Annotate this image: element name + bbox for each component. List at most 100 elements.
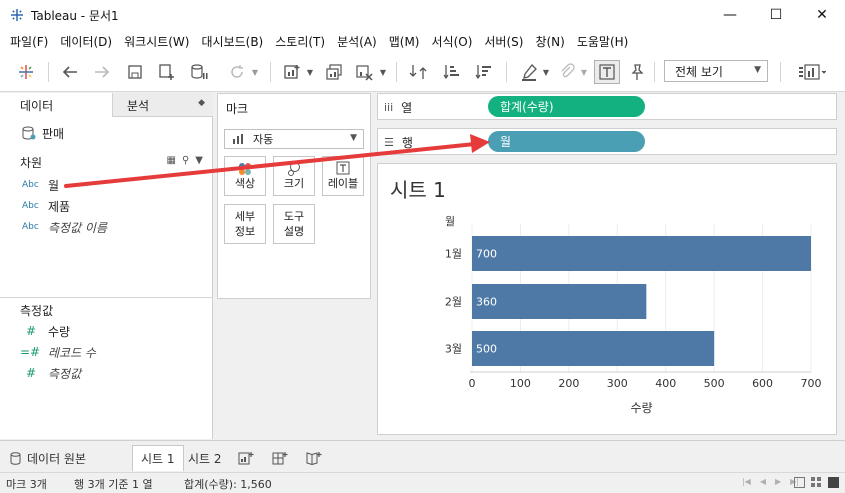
prev-page-icon[interactable]: ◀ [760, 477, 766, 486]
toolbar-separator [396, 62, 397, 82]
refresh-icon[interactable] [226, 60, 248, 84]
field-label: 레코드 수 [48, 345, 96, 360]
pause-update-icon[interactable] [187, 60, 211, 84]
measures-header: 측정값 [0, 299, 213, 319]
dimensions-header: 차원 ▦ ⚲ ▼ [0, 151, 213, 171]
maximize-button[interactable]: ☐ [753, 0, 799, 30]
x-tick-label: 500 [704, 377, 725, 390]
x-tick-label: 700 [801, 377, 822, 390]
menu-story[interactable]: 스토리(T) [269, 33, 331, 50]
new-worksheet-tab-icon[interactable] [230, 445, 262, 471]
dimensions-menu-icon[interactable]: ▼ [195, 155, 203, 166]
toolbar-separator [654, 62, 655, 82]
measure-field[interactable]: # 측정값 [0, 363, 213, 383]
swap-axes-icon[interactable] [406, 60, 430, 84]
bar[interactable] [472, 236, 811, 271]
sheet-tab-1[interactable]: 시트 1 [132, 445, 184, 471]
category-label: 3월 [445, 343, 462, 356]
mark-type-value: 자동 [253, 133, 274, 146]
fit-view-select[interactable]: 전체 보기 ▼ [664, 60, 768, 82]
title-bar: Tableau - 문서1 — ☐ ✕ [0, 0, 845, 30]
pane-divider[interactable] [0, 297, 213, 298]
sorter-view-icon[interactable] [811, 477, 822, 488]
menu-data[interactable]: 데이터(D) [54, 33, 118, 50]
view-list-icon[interactable]: ▦ [167, 155, 176, 166]
pin-icon[interactable] [626, 60, 648, 84]
datasource-item[interactable]: 판매 [22, 125, 64, 142]
group-dropdown-icon[interactable]: ▼ [579, 60, 589, 84]
next-page-icon[interactable]: ▶ [775, 477, 781, 486]
measure-field[interactable]: # 수량 [0, 321, 213, 341]
highlight-dropdown-icon[interactable]: ▼ [541, 60, 551, 84]
show-me-icon[interactable] [794, 60, 830, 84]
label-toggle-icon[interactable] [594, 60, 620, 84]
tableau-logo-icon[interactable] [14, 60, 38, 84]
rows-label: 행 [401, 136, 413, 150]
columns-shelf[interactable]: iii 열 합계(수량) [377, 93, 837, 120]
search-icon[interactable]: ⚲ [182, 155, 189, 166]
new-datasource-icon[interactable] [155, 60, 179, 84]
view-canvas[interactable]: 시트 1 월 1월 700 2월 360 3월 500 0 100 200 300 400 500 600… [377, 163, 837, 435]
menu-window[interactable]: 창(N) [529, 33, 570, 50]
back-icon[interactable] [58, 60, 82, 84]
menu-server[interactable]: 서버(S) [478, 33, 529, 50]
highlight-icon[interactable] [518, 60, 540, 84]
size-icon [288, 162, 300, 176]
rows-pill[interactable]: 월 [488, 131, 645, 152]
row-header-label: 월 [445, 215, 455, 228]
menu-help[interactable]: 도움말(H) [571, 33, 635, 50]
refresh-dropdown-icon[interactable]: ▼ [250, 60, 260, 84]
size-button[interactable]: 크기 [273, 156, 315, 196]
tab-analysis[interactable]: 분석 ◆ [112, 93, 213, 117]
tab-analysis-label: 분석 [127, 99, 150, 113]
label-button[interactable]: 레이블 [322, 156, 364, 196]
menu-dashboard[interactable]: 대시보드(B) [195, 33, 269, 50]
filmstrip-view-icon[interactable] [794, 477, 805, 488]
tooltip-button[interactable]: 도구 설명 [273, 204, 315, 244]
sort-descending-icon[interactable] [472, 60, 496, 84]
toolbar-separator [48, 62, 49, 82]
bar[interactable] [472, 284, 647, 319]
category-label: 2월 [445, 296, 462, 309]
forward-icon[interactable] [90, 60, 114, 84]
save-icon[interactable] [124, 60, 146, 84]
expand-icon: ◆ [198, 98, 205, 108]
first-page-icon[interactable]: |◀ [742, 477, 751, 486]
bar[interactable] [472, 331, 715, 366]
detail-button[interactable]: 세부 정보 [224, 204, 266, 244]
columns-pill[interactable]: 합계(수량) [488, 96, 645, 117]
clear-dropdown-icon[interactable]: ▼ [378, 60, 388, 84]
dimension-field[interactable]: Abc 제품 [0, 196, 213, 216]
rows-shelf[interactable]: ☰ 행 월 [377, 128, 837, 155]
new-dashboard-tab-icon[interactable] [264, 445, 296, 471]
dimension-field[interactable]: Abc 월 [0, 175, 213, 195]
sheet-tab-2[interactable]: 시트 2 [180, 445, 230, 471]
dimensions-title: 차원 [20, 156, 43, 170]
tab-data[interactable]: 데이터 [0, 93, 112, 117]
number-type-icon: # [26, 366, 37, 380]
menu-worksheet[interactable]: 워크시트(W) [118, 33, 195, 50]
measure-field[interactable]: =# 레코드 수 [0, 342, 213, 362]
menu-format[interactable]: 서식(O) [426, 33, 479, 50]
group-icon[interactable] [556, 60, 578, 84]
menu-map[interactable]: 맵(M) [383, 33, 426, 50]
sort-ascending-icon[interactable] [440, 60, 464, 84]
menu-analysis[interactable]: 분석(A) [331, 33, 383, 50]
mark-type-select[interactable]: 자동 ▼ [224, 129, 364, 149]
dimension-field[interactable]: Abc 측정값 이름 [0, 217, 213, 237]
new-worksheet-icon[interactable] [280, 60, 304, 84]
close-button[interactable]: ✕ [799, 0, 845, 30]
minimize-button[interactable]: — [707, 0, 753, 30]
marks-title: 마크 [226, 102, 249, 116]
menu-file[interactable]: 파일(F) [4, 33, 54, 50]
new-story-tab-icon[interactable] [298, 445, 330, 471]
color-button[interactable]: 색상 [224, 156, 266, 196]
datasource-tab[interactable]: 데이터 원본 [2, 445, 94, 471]
clear-sheet-icon[interactable] [352, 60, 376, 84]
tabs-view-icon[interactable] [828, 477, 839, 488]
duplicate-icon[interactable] [322, 60, 346, 84]
x-axis-title: 수량 [630, 401, 652, 415]
string-type-icon: Abc [22, 180, 39, 190]
worksheet-dropdown-icon[interactable]: ▼ [305, 60, 315, 84]
x-tick-label: 400 [655, 377, 676, 390]
